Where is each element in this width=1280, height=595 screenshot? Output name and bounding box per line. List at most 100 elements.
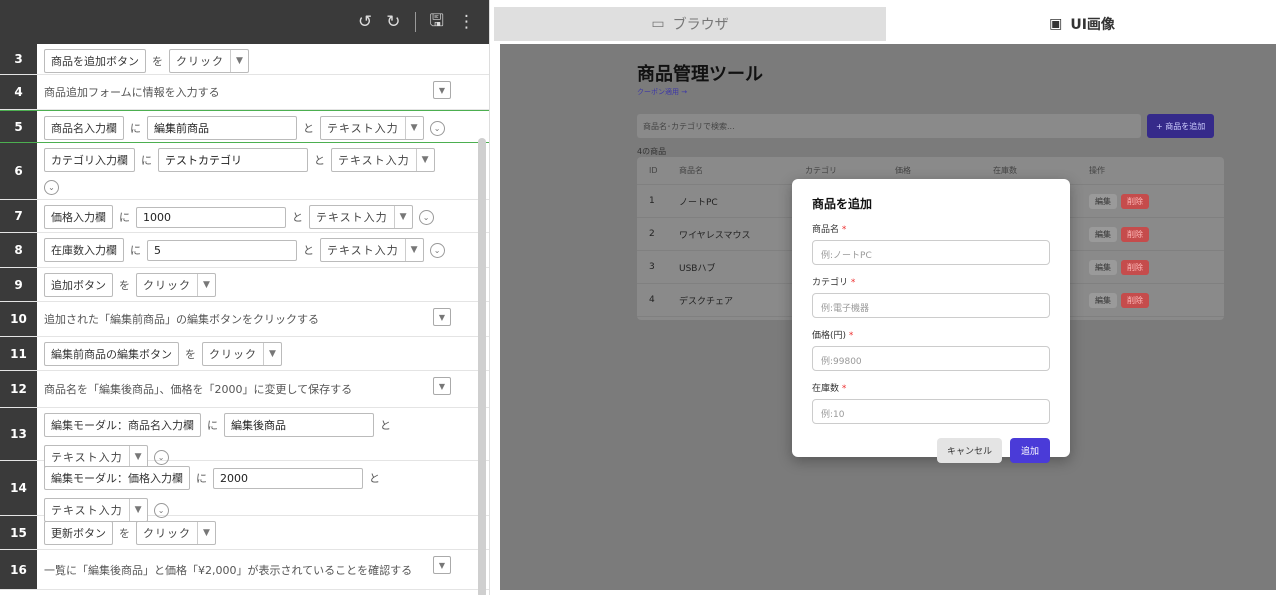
cell-actions: 編集 削除 xyxy=(1089,292,1224,308)
cell-name: ワイヤレスマウス xyxy=(679,230,751,241)
expand-icon[interactable]: ⌄ xyxy=(429,120,445,136)
edit-button[interactable]: 編集 xyxy=(1089,193,1117,209)
field-label: 価格(円) * xyxy=(812,331,854,341)
element-chip[interactable]: 更新ボタン xyxy=(44,521,113,545)
edit-button[interactable]: 編集 xyxy=(1089,292,1117,308)
modal-input[interactable]: 例:10 xyxy=(812,399,1050,424)
step-row: 7 価格入力欄に 1000 とテキスト入力 ▼ ⌄ xyxy=(0,200,489,233)
cell-actions: 編集 削除 xyxy=(1089,193,1224,209)
action-select[interactable]: クリック ▼ xyxy=(169,49,249,73)
element-chip[interactable]: 商品を追加ボタン xyxy=(44,49,146,73)
delete-button[interactable]: 削除 xyxy=(1121,259,1149,275)
step-list: 3 商品を追加ボタンをクリック ▼ 4 商品追加フォームに情報を入力する ▼ 5 商品名入力欄… xyxy=(0,44,489,590)
step-dropdown-icon[interactable]: ▼ xyxy=(433,81,451,99)
element-chip[interactable]: 編集モーダル：価格入力欄 xyxy=(44,466,190,490)
delete-button[interactable]: 削除 xyxy=(1121,292,1149,308)
step-number: 8 xyxy=(0,233,37,267)
more-icon[interactable]: ⋮ xyxy=(458,12,475,32)
product-count: 4の商品 xyxy=(637,147,667,156)
modal-input[interactable]: 例:99800 xyxy=(812,346,1050,371)
cell-id: 3 xyxy=(649,262,655,272)
step-content: 商品名を「編集後商品」、価格を「2000」に変更して保存する xyxy=(37,371,489,407)
element-chip[interactable]: 商品名入力欄 xyxy=(44,116,124,140)
step-row: 8 在庫数入力欄に 5 とテキスト入力 ▼ ⌄ xyxy=(0,233,489,268)
action-label: クリック xyxy=(137,274,198,296)
chevron-down-icon: ▼ xyxy=(421,155,429,165)
step-text: と xyxy=(303,122,314,135)
required-mark: * xyxy=(848,331,854,341)
submit-button[interactable]: 追加 xyxy=(1009,438,1050,463)
element-chip[interactable]: 編集モーダル：商品名入力欄 xyxy=(44,413,201,437)
action-select[interactable]: クリック ▼ xyxy=(202,342,282,366)
value-input[interactable]: テストカテゴリ xyxy=(158,148,308,172)
required-mark: * xyxy=(841,225,847,235)
chevron-down-icon: ▼ xyxy=(236,56,243,66)
delete-button[interactable]: 削除 xyxy=(1121,226,1149,242)
step-text: に xyxy=(119,211,130,224)
action-select[interactable]: テキスト入力 ▼ xyxy=(320,238,424,262)
step-editor-panel: ↺ ↻ 🖫 ⋮ 3 商品を追加ボタンをクリック ▼ 4 商品追加フォームに情報を入力する… xyxy=(0,0,490,595)
chevron-down-icon: ▼ xyxy=(203,280,210,290)
element-chip[interactable]: 在庫数入力欄 xyxy=(44,238,124,262)
value-input[interactable]: 5 xyxy=(147,239,297,261)
tab-ui-image[interactable]: ▣ UI画像 xyxy=(886,7,1278,41)
step-row: 16 一覧に「編集後商品」と価格「¥2,000」が表示されていることを確認する ▼ xyxy=(0,550,489,590)
add-product-button[interactable]: + 商品を追加 xyxy=(1147,114,1215,138)
action-label: テキスト入力 xyxy=(332,149,417,171)
tab-browser[interactable]: ▭ ブラウザ xyxy=(494,7,886,41)
step-dropdown-icon[interactable]: ▼ xyxy=(433,377,451,395)
step-text: を xyxy=(119,279,130,292)
chevron-down-icon: ▼ xyxy=(410,245,418,255)
redo-icon[interactable]: ↻ xyxy=(386,12,400,32)
step-text: を xyxy=(119,527,130,540)
action-select[interactable]: テキスト入力 ▼ xyxy=(331,148,435,172)
element-chip[interactable]: 価格入力欄 xyxy=(44,205,113,229)
modal-input[interactable]: 例:電子機器 xyxy=(812,293,1050,318)
undo-icon[interactable]: ↺ xyxy=(358,12,372,32)
element-chip[interactable]: 追加ボタン xyxy=(44,273,113,297)
step-content: 編集モーダル：商品名入力欄に編集後商品とテキスト入力 ▼ ⌄ xyxy=(37,408,489,469)
value-input[interactable]: 編集後商品 xyxy=(224,413,374,437)
step-dropdown-icon[interactable]: ▼ xyxy=(433,556,451,574)
tab-browser-label: ブラウザ xyxy=(672,17,729,33)
required-mark: * xyxy=(841,384,847,394)
step-row: 9 追加ボタンをクリック ▼ xyxy=(0,268,489,302)
step-row: 12 商品名を「編集後商品」、価格を「2000」に変更して保存する ▼ xyxy=(0,371,489,408)
scrollbar[interactable] xyxy=(478,138,486,595)
modal-input[interactable]: 例:ノートPC xyxy=(812,240,1050,265)
expand-icon[interactable]: ⌄ xyxy=(44,180,59,195)
action-select[interactable]: テキスト入力 ▼ xyxy=(309,205,413,229)
value-input[interactable]: 2000 xyxy=(213,467,363,489)
step-number: 4 xyxy=(0,75,37,109)
cell-id: 1 xyxy=(649,196,655,206)
action-label: クリック xyxy=(170,50,231,72)
modal-title: 商品を追加 xyxy=(812,197,873,211)
action-select[interactable]: クリック ▼ xyxy=(136,521,216,545)
step-content: 編集モーダル：価格入力欄に 2000 とテキスト入力 ▼ ⌄ xyxy=(37,461,489,522)
edit-button[interactable]: 編集 xyxy=(1089,259,1117,275)
field-label: カテゴリ * xyxy=(812,278,856,288)
step-number: 14 xyxy=(0,461,37,515)
cell-name: USBハブ xyxy=(679,263,716,274)
cancel-button[interactable]: キャンセル xyxy=(936,438,1002,463)
value-input[interactable]: 編集前商品 xyxy=(147,116,297,140)
expand-icon[interactable]: ⌄ xyxy=(429,242,445,258)
action-select[interactable]: テキスト入力 ▼ xyxy=(320,116,424,140)
coupon-link[interactable]: クーポン適用 → xyxy=(637,87,1227,97)
step-row: 14 編集モーダル：価格入力欄に 2000 とテキスト入力 ▼ ⌄ xyxy=(0,461,489,522)
value-input[interactable]: 1000 xyxy=(136,206,286,228)
save-icon[interactable]: 🖫 xyxy=(430,8,444,37)
step-text: と xyxy=(369,472,380,485)
action-select[interactable]: クリック ▼ xyxy=(136,273,216,297)
step-text: を xyxy=(152,55,163,68)
element-chip[interactable]: 編集前商品の編集ボタン xyxy=(44,342,179,366)
edit-button[interactable]: 編集 xyxy=(1089,226,1117,242)
step-text: に xyxy=(141,154,152,167)
element-chip[interactable]: カテゴリ入力欄 xyxy=(44,148,135,172)
app-header: 商品管理ツール クーポン適用 → 商品名･カテゴリで検索... + 商品を追加 … xyxy=(637,60,1227,157)
step-dropdown-icon[interactable]: ▼ xyxy=(433,308,451,326)
search-input[interactable]: 商品名･カテゴリで検索... xyxy=(637,114,1141,138)
delete-button[interactable]: 削除 xyxy=(1121,193,1149,209)
expand-icon[interactable]: ⌄ xyxy=(418,209,434,225)
step-text: 一覧に「編集後商品」と価格「¥2,000」が表示されていることを確認する xyxy=(44,563,413,577)
